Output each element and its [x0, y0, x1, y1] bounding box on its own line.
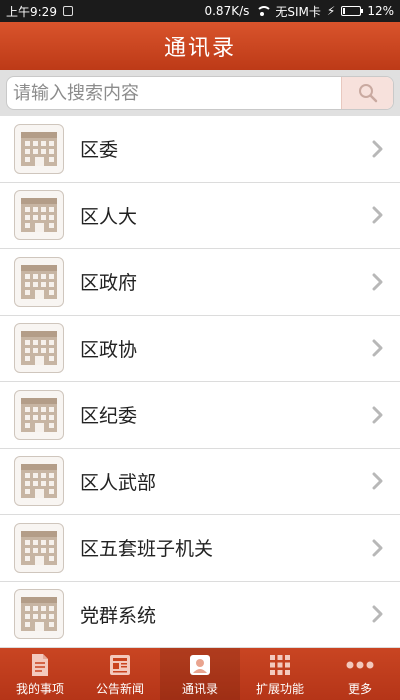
- status-time: 上午9:29: [6, 4, 57, 19]
- list-item[interactable]: 区人大: [0, 182, 400, 249]
- list-item[interactable]: 区纪委: [0, 382, 400, 449]
- list-item-label: 区人武部: [80, 471, 157, 494]
- chevron-right-icon: [372, 339, 383, 357]
- battery-percent: 12%: [367, 4, 394, 18]
- tab-contacts[interactable]: 通讯录: [160, 648, 240, 700]
- search-icon: [358, 84, 377, 103]
- tab-label: 通讯录: [181, 681, 218, 696]
- grid-icon: [270, 654, 290, 675]
- page-title: 通讯录: [163, 36, 236, 61]
- tab-label: 公告新闻: [95, 681, 144, 696]
- list-item-label: 区纪委: [80, 405, 138, 428]
- chevron-right-icon: [372, 472, 383, 490]
- tab-my-tasks[interactable]: 我的事项: [0, 648, 80, 700]
- list-item[interactable]: 区人武部: [0, 448, 400, 515]
- battery-icon: [341, 6, 364, 16]
- notification-icon: [62, 6, 73, 16]
- building-icon: [14, 389, 64, 440]
- chevron-right-icon: [372, 140, 383, 158]
- search-bar: [0, 70, 400, 116]
- list-item[interactable]: 区政协: [0, 315, 400, 382]
- list-item-label: 党群系统: [80, 604, 157, 627]
- search-box: [6, 76, 394, 110]
- list-item-label: 区政协: [80, 338, 138, 361]
- list-item-label: 区委: [80, 139, 119, 162]
- tab-label: 扩展功能: [255, 681, 304, 696]
- network-speed: 0.87K/s: [204, 4, 250, 18]
- chevron-right-icon: [372, 206, 383, 224]
- building-icon: [14, 589, 64, 640]
- building-icon: [14, 456, 64, 507]
- search-button[interactable]: [341, 77, 393, 109]
- list-item[interactable]: 区政府: [0, 249, 400, 316]
- chevron-right-icon: [372, 539, 383, 557]
- chevron-right-icon: [372, 605, 383, 623]
- list-item[interactable]: 区委: [0, 116, 400, 183]
- building-icon: [14, 190, 64, 241]
- list-item-label: 区五套班子机关: [80, 538, 214, 561]
- list-item-label: 区政府: [80, 272, 138, 295]
- tab-label: 更多: [347, 681, 372, 696]
- sim-status: 无SIM卡: [275, 4, 321, 19]
- charging-icon: ⚡: [326, 4, 336, 18]
- contacts-icon: [190, 654, 210, 675]
- more-icon: [346, 661, 374, 668]
- wifi-icon: [255, 6, 273, 16]
- contact-list: 区委 区人大 区政府 区政协 区纪委 区人武部 区五套班子机关 党群系统: [0, 116, 400, 648]
- tab-more[interactable]: 更多: [320, 648, 400, 700]
- chevron-right-icon: [372, 406, 383, 424]
- chevron-right-icon: [372, 273, 383, 291]
- news-icon: [110, 654, 130, 675]
- title-bar: 通讯录: [0, 22, 400, 70]
- building-icon: [14, 123, 64, 174]
- list-item-label: 区人大: [80, 205, 138, 228]
- building-icon: [14, 522, 64, 573]
- bottom-tab-bar: 我的事项 公告新闻 通讯录 扩展功能 更多: [0, 648, 400, 700]
- building-icon: [14, 323, 64, 374]
- tab-label: 我的事项: [15, 681, 64, 696]
- status-bar: 上午9:29 0.87K/s 无SIM卡 ⚡ 12%: [0, 0, 400, 22]
- list-item[interactable]: 区五套班子机关: [0, 515, 400, 582]
- list-item[interactable]: 党群系统: [0, 581, 400, 648]
- tab-news[interactable]: 公告新闻: [80, 648, 160, 700]
- search-input[interactable]: [7, 77, 337, 109]
- building-icon: [14, 256, 64, 307]
- document-icon: [32, 653, 48, 676]
- tab-extensions[interactable]: 扩展功能: [240, 648, 320, 700]
